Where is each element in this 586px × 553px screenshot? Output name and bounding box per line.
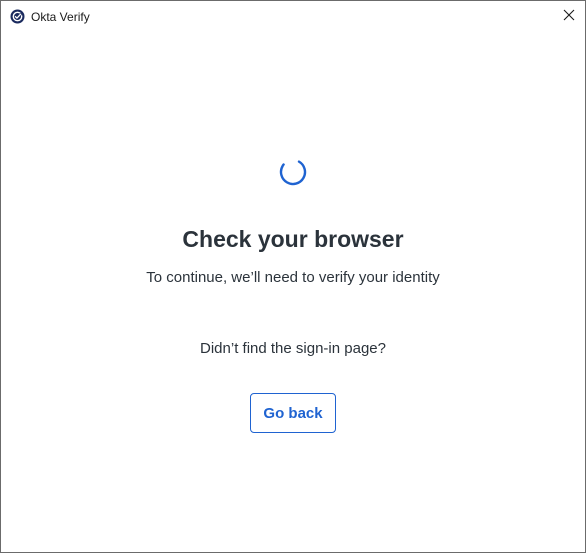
- okta-verify-check-icon: [10, 9, 25, 24]
- sign-in-page-prompt: Didn’t find the sign-in page?: [200, 340, 386, 357]
- title-bar: Okta Verify: [1, 1, 585, 33]
- verify-description: To continue, we’ll need to verify your i…: [146, 269, 440, 286]
- loading-spinner-icon: [279, 158, 307, 186]
- close-icon: [563, 8, 575, 26]
- main-content: Check your browser To continue, we’ll ne…: [1, 33, 585, 552]
- window-title: Okta Verify: [31, 10, 90, 24]
- page-title: Check your browser: [182, 226, 404, 252]
- okta-verify-window: Okta Verify Check your browser To contin…: [0, 0, 586, 553]
- close-button[interactable]: [553, 1, 585, 33]
- go-back-button[interactable]: Go back: [250, 393, 336, 433]
